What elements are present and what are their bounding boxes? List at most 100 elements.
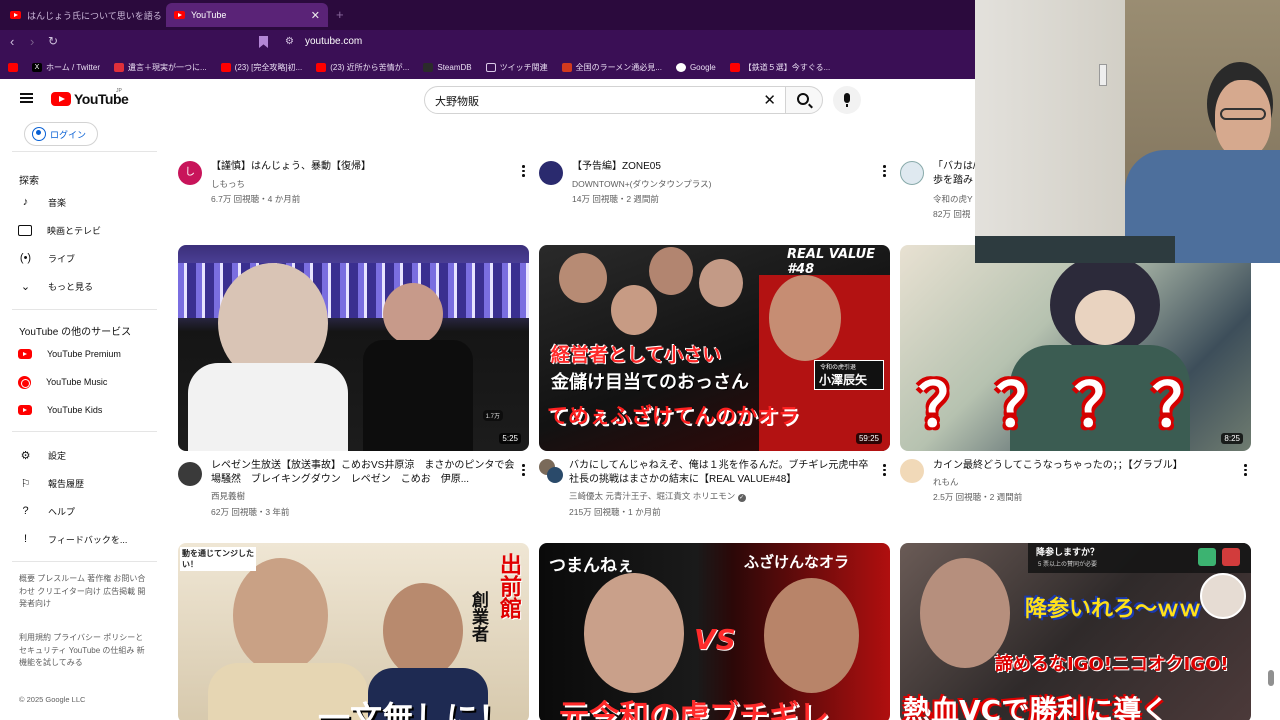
video-title-line2[interactable]: 歩を踏み: [933, 174, 978, 188]
browser-tab[interactable]: はんじょう氏について思いを語る加藤純一: [2, 3, 162, 27]
video-thumbnail[interactable]: 1.7万 5:25: [178, 245, 529, 451]
webcam-wall: [975, 0, 1125, 263]
movie-icon: [18, 224, 32, 236]
more-options-icon[interactable]: [883, 464, 887, 478]
divider: [12, 431, 157, 432]
bookmark-label: 全国のラーメン通必見...: [575, 62, 662, 72]
bookmark-label: (23) 近所から苦情が...: [330, 62, 410, 72]
youtube-logo-icon: [51, 92, 71, 106]
divider: [12, 309, 157, 310]
footer-links[interactable]: 利用規約 プライバシー ポリシーとセキュリティ YouTube の仕組み 新機能…: [19, 632, 149, 670]
bookmarks-bar: X ホーム / Twitter 遺言＋現実が一つに... (23) [完全攻略]初…: [0, 55, 975, 79]
video-title[interactable]: バカにしてんじゃねえぞ、俺は１兆を作るんだ。ブチギレ元虎中卒社長の挑戦はまさかの…: [569, 459, 874, 487]
sidebar-item-more[interactable]: ⌄ もっと見る: [18, 274, 158, 298]
live-icon: (•): [19, 252, 32, 264]
video-thumbnail[interactable]: ？？？？ 8:25: [900, 245, 1251, 451]
vote-yes-icon: [1198, 548, 1216, 566]
more-options-icon[interactable]: [1244, 464, 1248, 478]
bookmark-label: Google: [689, 62, 716, 72]
bookmark-item[interactable]: (23) [完全攻略]初...: [220, 62, 302, 73]
channel-name[interactable]: 西見義樹: [211, 490, 245, 503]
channel-name[interactable]: DOWNTOWN+(ダウンタウンプラス): [572, 178, 711, 191]
sidebar-item-movies[interactable]: 映画とテレビ: [18, 218, 158, 242]
youtube-icon: [729, 62, 740, 72]
new-tab-icon[interactable]: +: [336, 7, 344, 22]
sidebar-item-feedback[interactable]: ! フィードバックを...: [18, 527, 158, 551]
login-button[interactable]: ログイン: [24, 122, 98, 146]
browser-tab-active[interactable]: YouTube ✕: [166, 3, 328, 27]
footer-links[interactable]: 概要 プレスルーム 著作権 お問い合わせ クリエイター向け 広告掲載 開発者向け: [19, 573, 149, 611]
video-title[interactable]: 【謹慎】はんじょう、暴動【復帰】: [211, 160, 511, 174]
channel-avatar[interactable]: [547, 467, 563, 483]
search-button[interactable]: [785, 86, 823, 114]
youtube-icon: [220, 62, 231, 72]
channel-name[interactable]: 三崎優太 元青汁王子、堀江貴文 ホリエモン ✓: [569, 490, 746, 503]
video-thumbnail[interactable]: つまんねぇ ふざけんなオラ VS 元令和の虎ブチギレ: [539, 543, 890, 720]
video-title[interactable]: 「バカは/: [933, 160, 978, 174]
thumbnail-text: 経営者として小さい: [551, 344, 722, 366]
video-thumbnail[interactable]: REAL VALUE #48 経営者として小さい 金儲け目当てのおっさん てめぇ…: [539, 245, 890, 451]
menu-icon[interactable]: [20, 93, 33, 103]
channel-avatar[interactable]: [539, 161, 563, 185]
bookmark-item[interactable]: ツイッチ関連: [485, 62, 548, 73]
channel-avatar[interactable]: [900, 161, 924, 185]
sidebar-item-kids[interactable]: YouTube Kids: [18, 398, 158, 422]
bookmark-item[interactable]: SteamDB: [423, 62, 472, 72]
youtube-kids-icon: [18, 405, 32, 415]
sidebar-item-help[interactable]: ? ヘルプ: [18, 499, 158, 523]
channel-name[interactable]: れもん: [933, 476, 959, 489]
video-title[interactable]: レペゼン生放送【放送事故】こめおVS井原涼 まさかのピンタで会場騒然 ブレイキン…: [211, 459, 516, 487]
verified-icon: ✓: [737, 494, 746, 502]
channel-avatar[interactable]: [178, 462, 202, 486]
bookmark-item[interactable]: 遺言＋現実が一つに...: [114, 62, 207, 73]
sidebar-item-label: YouTube Music: [46, 377, 108, 387]
search-box[interactable]: 大野物販 ✕: [424, 86, 787, 114]
video-title[interactable]: カイン最終どうしてこうなっちゃったの；；【グラブル】: [933, 459, 1238, 473]
video-title[interactable]: 【予告編】ZONE05: [572, 160, 872, 174]
back-icon[interactable]: ‹: [10, 34, 14, 49]
video-thumbnail[interactable]: 動を通じてンジしたい！ 出前館 創業者 一文無しに！: [178, 543, 529, 720]
x-icon: X: [32, 62, 42, 72]
bookmark-item[interactable]: [8, 62, 18, 72]
bookmark-item[interactable]: 全国のラーメン通必見...: [561, 62, 662, 73]
channel-avatar[interactable]: [900, 459, 924, 483]
reload-icon[interactable]: ↻: [48, 34, 58, 48]
sidebar-item-music[interactable]: ♪ 音楽: [18, 190, 158, 214]
bookmark-item[interactable]: Google: [675, 62, 716, 72]
bookmark-item[interactable]: X ホーム / Twitter: [32, 62, 100, 73]
sidebar-item-report-history[interactable]: ⚐ 報告履歴: [18, 471, 158, 495]
video-stats: 62万 回視聴・3 年前: [211, 507, 290, 517]
url-field[interactable]: youtube.com: [305, 36, 362, 47]
channel-name[interactable]: 令和の虎Y: [933, 193, 975, 206]
thumbnail-text: 創業者: [468, 591, 488, 642]
bookmark-label: 【鉄道５選】今すぐる...: [743, 62, 831, 72]
sidebar-item-live[interactable]: (•) ライブ: [18, 246, 158, 270]
sidebar-item-settings[interactable]: ⚙ 設定: [18, 443, 158, 467]
steam-icon: [423, 62, 434, 72]
bookmark-item[interactable]: (23) 近所から苦情が...: [316, 62, 409, 73]
thumbnail-text: REAL VALUE #48: [787, 247, 876, 277]
sidebar-item-premium[interactable]: YouTube Premium: [18, 342, 158, 366]
bookmark-icon[interactable]: [259, 36, 268, 48]
more-options-icon[interactable]: [883, 165, 887, 179]
site-settings-icon[interactable]: ⚙: [285, 36, 294, 47]
more-options-icon[interactable]: [522, 165, 526, 179]
bookmark-label: ホーム / Twitter: [46, 62, 100, 72]
search-input[interactable]: 大野物販: [435, 93, 479, 109]
clear-search-icon[interactable]: ✕: [763, 91, 776, 109]
screen: はんじょう氏について思いを語る加藤純一 YouTube ✕ + ‹ › ↻ ⚙ …: [0, 0, 1280, 720]
more-options-icon[interactable]: [522, 464, 526, 478]
bookmark-item[interactable]: 【鉄道５選】今すぐる...: [729, 62, 831, 73]
search-icon: [797, 93, 809, 105]
copyright: © 2025 Google LLC: [19, 695, 86, 704]
channel-avatar[interactable]: し: [178, 161, 202, 185]
sidebar-item-music-app[interactable]: YouTube Music: [18, 370, 158, 394]
forward-icon[interactable]: ›: [30, 34, 34, 49]
youtube-icon: [8, 62, 18, 72]
close-tab-icon[interactable]: ✕: [311, 9, 320, 22]
thumbnail-text: VS: [694, 623, 736, 656]
voice-search-button[interactable]: [833, 86, 861, 114]
channel-name[interactable]: しもっち: [211, 178, 245, 191]
page-scrollbar[interactable]: [1268, 670, 1274, 686]
video-thumbnail[interactable]: 降参しますか？ 5 票以上の賛同が必要 降参いれろ〜ｗｗ 諦めるなIGO!ニコオ…: [900, 543, 1251, 720]
